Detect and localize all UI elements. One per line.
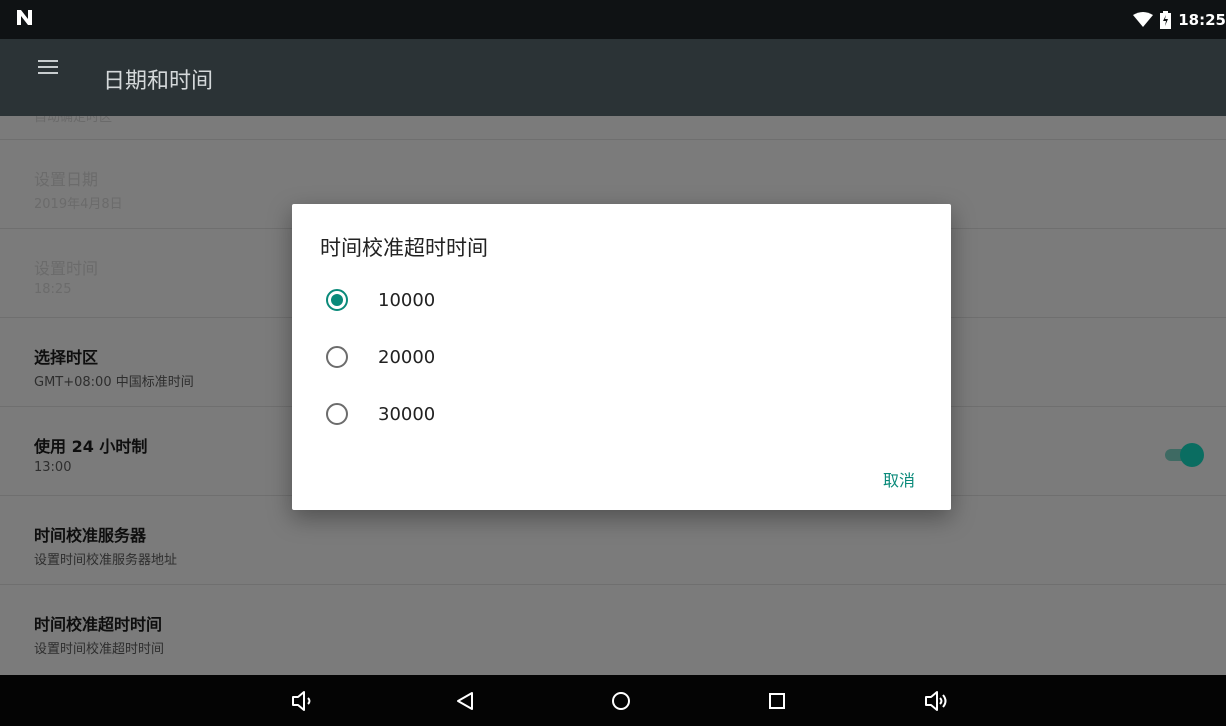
status-time: 18:25: [1178, 11, 1226, 29]
radio-button-checked[interactable]: [326, 289, 348, 311]
app-bar: 日期和时间: [0, 39, 1226, 116]
notification-n-icon: [17, 10, 32, 25]
hamburger-menu-icon[interactable]: [38, 59, 58, 75]
list-item-cutoff: 自动确定时区: [34, 116, 113, 125]
option-30000[interactable]: 30000: [320, 389, 920, 439]
setting-subtitle: 设置时间校准服务器地址: [34, 553, 178, 568]
timeout-dialog: 时间校准超时时间 10000 20000 30000 取消: [292, 204, 951, 510]
setting-title: 选择时区: [34, 348, 99, 367]
radio-button[interactable]: [326, 346, 348, 368]
setting-title: 使用 24 小时制: [34, 437, 148, 456]
setting-title: 时间校准超时时间: [34, 615, 163, 634]
wifi-icon: [1133, 12, 1154, 27]
option-20000[interactable]: 20000: [320, 332, 920, 382]
setting-subtitle: 2019年4月8日: [34, 197, 123, 212]
navigation-bar: [0, 675, 1226, 726]
cancel-button[interactable]: 取消: [883, 467, 915, 491]
setting-subtitle: 13:00: [34, 460, 72, 475]
volume-down-icon[interactable]: [290, 688, 316, 714]
home-icon[interactable]: [608, 688, 634, 714]
option-label: 30000: [378, 403, 436, 425]
setting-subtitle: 设置时间校准超时时间: [34, 642, 165, 657]
status-indicators: 18:25: [1133, 11, 1226, 29]
toggle-thumb: [1180, 443, 1204, 467]
status-bar: 18:25: [0, 0, 1226, 39]
setting-title: 设置日期: [34, 170, 99, 189]
page-title: 日期和时间: [103, 69, 214, 94]
battery-icon: [1160, 11, 1172, 29]
option-label: 20000: [378, 346, 436, 368]
setting-time-timeout[interactable]: 时间校准超时时间 设置时间校准超时时间: [0, 584, 1226, 673]
setting-subtitle: 18:25: [34, 282, 72, 297]
setting-title: 设置时间: [34, 259, 99, 278]
recents-icon[interactable]: [764, 688, 790, 714]
option-10000[interactable]: 10000: [320, 275, 920, 325]
back-icon[interactable]: [453, 688, 479, 714]
option-label: 10000: [378, 289, 436, 311]
radio-button[interactable]: [326, 403, 348, 425]
dialog-title: 时间校准超时时间: [320, 236, 488, 260]
24-hour-toggle[interactable]: [1162, 443, 1204, 467]
setting-title: 时间校准服务器: [34, 526, 147, 545]
volume-up-icon[interactable]: [924, 688, 950, 714]
setting-subtitle: GMT+08:00 中国标准时间: [34, 375, 194, 390]
